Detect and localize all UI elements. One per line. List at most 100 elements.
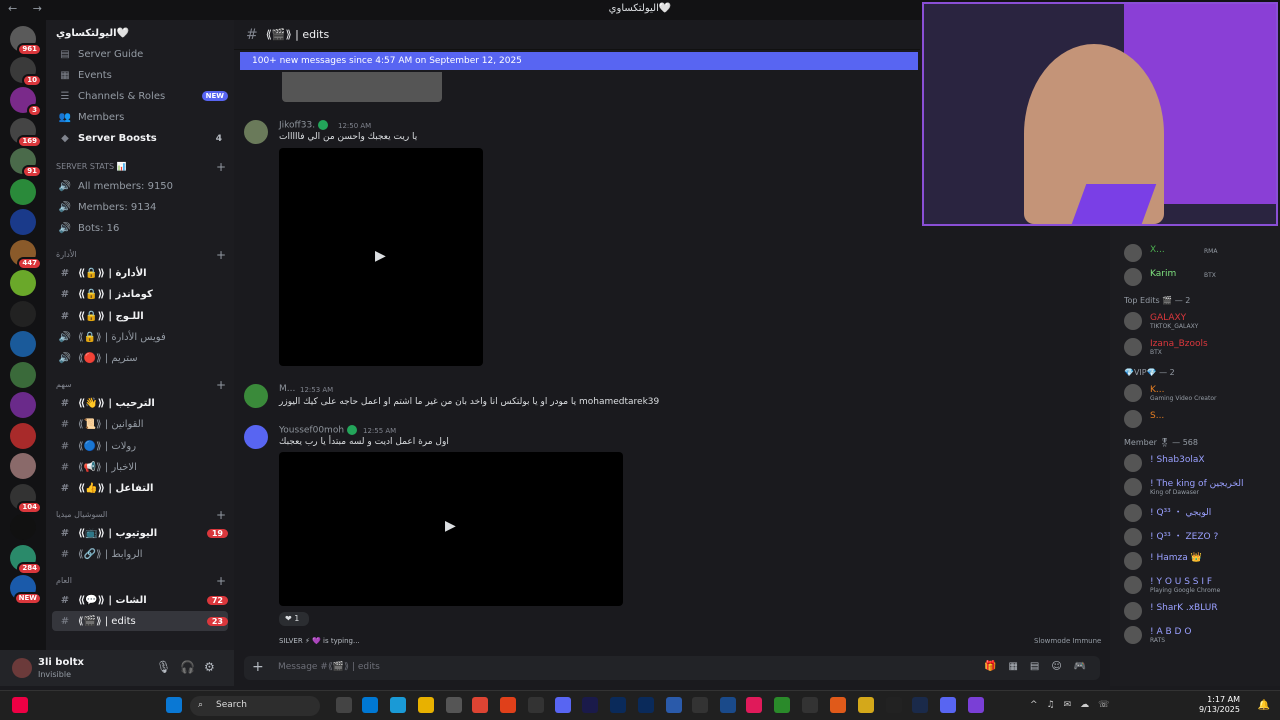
server-icon[interactable] (10, 178, 36, 205)
server-icon[interactable] (10, 361, 36, 388)
channel-item[interactable]: # ⟪🔒⟫ | كوماندز (52, 285, 228, 305)
photoshop-icon[interactable] (610, 697, 626, 713)
store-icon[interactable] (446, 697, 462, 713)
member-item[interactable]: ! Y O U S S I F Playing Google Chrome (1124, 574, 1274, 596)
category-header[interactable]: الأدارة + (56, 249, 226, 261)
plus-icon[interactable]: + (216, 161, 226, 173)
app-icon[interactable] (968, 697, 984, 713)
video-attachment[interactable]: ▶ (279, 452, 623, 606)
server-icon[interactable]: 169 (10, 117, 42, 148)
channel-item[interactable]: # ⟪🔵⟫ | رولات (52, 436, 228, 456)
server-icon[interactable]: 91 (10, 148, 42, 178)
app-icon[interactable] (940, 697, 956, 713)
copilot-icon[interactable] (362, 697, 378, 713)
clock[interactable]: 1:17 AM 9/13/2025 (1199, 695, 1240, 715)
server-icon[interactable] (10, 514, 36, 540)
app-icon[interactable] (830, 697, 846, 713)
server-icon[interactable] (10, 453, 36, 479)
member-item[interactable]: ! The king of الخريجين King of Dawaser (1124, 476, 1274, 498)
taskbar-search[interactable]: Search (190, 696, 320, 716)
channel-item[interactable]: # ⟪💬⟫ | الشات 72 (52, 590, 228, 610)
channel-item[interactable]: ☰ Channels & Roles NEW (52, 86, 228, 106)
server-icon[interactable] (10, 209, 36, 235)
chrome-icon[interactable] (472, 697, 488, 713)
member-item[interactable]: S... (1124, 408, 1274, 430)
app-icon[interactable] (802, 697, 818, 713)
server-icon[interactable]: NEW (10, 575, 42, 605)
back-forward-icons[interactable]: ← → (8, 2, 48, 15)
avatar[interactable] (244, 384, 268, 408)
channel-item[interactable]: 🔊 ⟪🔴⟫ | ستريم (52, 348, 228, 368)
microphone-icon[interactable]: 🎙 (156, 660, 171, 674)
plus-icon[interactable]: + (252, 659, 264, 675)
system-tray-icons[interactable]: ^♫✉☁☏ (1030, 700, 1118, 710)
member-item[interactable]: ! Hamza 👑 (1124, 550, 1274, 572)
play-icon[interactable]: ▶ (445, 518, 456, 534)
message-author[interactable]: Jikoff33. (279, 120, 329, 131)
steam-icon[interactable] (912, 697, 928, 713)
server-icon[interactable] (10, 270, 36, 296)
channel-item[interactable]: ▤ Server Guide (52, 44, 228, 64)
gear-icon[interactable]: ⚙ (204, 660, 215, 674)
server-icon[interactable]: 10 (10, 56, 42, 87)
channel-item[interactable]: # ⟪📜⟫ | القوانين (52, 415, 228, 435)
headphones-icon[interactable]: 🎧 (180, 660, 195, 674)
avatar[interactable] (12, 658, 32, 678)
server-icon[interactable] (10, 422, 36, 449)
channel-item[interactable]: 🔊 Members: 9134 (52, 197, 228, 217)
channel-item[interactable]: # ⟪🎬⟫ | edits 23 (52, 611, 228, 632)
message-author[interactable]: Youssef00moh (279, 425, 358, 436)
channel-item[interactable]: # ⟪🔒⟫ | الأدارة (52, 264, 228, 284)
channel-item[interactable]: # ⟪📢⟫ | الاخبار (52, 457, 228, 477)
channel-item[interactable]: 👥 Members (52, 108, 228, 128)
app-icon[interactable] (886, 697, 902, 713)
avatar[interactable] (244, 120, 268, 144)
premiere-icon[interactable] (582, 697, 598, 713)
channel-item[interactable]: # ⟪👍⟫ | التفاعل (52, 478, 228, 498)
windows-start-icon[interactable] (166, 697, 182, 713)
member-item[interactable]: Izana_Bzools BTX (1124, 336, 1274, 358)
category-header[interactable]: السوشيال ميديا + (56, 509, 226, 521)
channel-item[interactable]: ◆ Server Boosts 4 (52, 129, 228, 149)
server-icon[interactable]: 961 (10, 26, 42, 56)
channel-item[interactable]: ▦ Events (52, 65, 228, 85)
server-icon[interactable] (10, 392, 36, 418)
category-header[interactable]: SERVER STATS 📊 + (56, 161, 226, 173)
server-icon[interactable] (10, 331, 36, 357)
member-item[interactable]: GALAXY TIKTOK_GALAXY (1124, 310, 1274, 332)
task-view-icon[interactable] (336, 697, 352, 713)
composer-placeholder[interactable]: Message #⟪🎬⟫ | edits (278, 662, 380, 672)
channel-item[interactable]: 🔊 ⟪🔒⟫ | فويس الأدارة (52, 327, 228, 347)
server-icon[interactable]: 3 (10, 87, 42, 117)
plus-icon[interactable]: + (216, 379, 226, 391)
plus-icon[interactable]: + (216, 249, 226, 261)
message-author[interactable]: M... (279, 384, 295, 394)
member-item[interactable]: K... Gaming Video Creator (1124, 382, 1274, 404)
category-header[interactable]: العام + (56, 575, 226, 587)
plus-icon[interactable]: + (216, 575, 226, 587)
app-icon[interactable] (774, 697, 790, 713)
video-attachment[interactable]: ▶ (279, 148, 483, 366)
channel-item[interactable]: # ⟪👋⟫ | الترحيب (52, 394, 228, 414)
reaction[interactable]: ❤ 1 (279, 612, 309, 626)
app-icon[interactable] (528, 697, 544, 713)
avatar[interactable] (244, 425, 268, 449)
member-item[interactable]: Karim BTX (1124, 266, 1274, 288)
server-icon[interactable] (10, 300, 36, 327)
app-icon[interactable] (720, 697, 736, 713)
app-icon[interactable] (666, 697, 682, 713)
channel-item[interactable]: # ⟪🔗⟫ | الروابط (52, 545, 228, 565)
app-icon[interactable] (858, 697, 874, 713)
composer-tools-icons[interactable]: 🎁▦▤☺🎮 (984, 661, 1098, 672)
channel-item[interactable]: # ⟪📺⟫ | اليوتيوب 19 (52, 524, 228, 544)
server-icon[interactable]: 447 (10, 239, 42, 270)
notifications-icon[interactable]: 🔔 (1258, 700, 1270, 711)
server-icon[interactable]: 104 (10, 483, 42, 514)
channel-item[interactable]: # ⟪🔒⟫ | اللـوج (52, 306, 228, 326)
edge-icon[interactable] (390, 697, 406, 713)
message-composer[interactable]: + Message #⟪🎬⟫ | edits 🎁▦▤☺🎮 (244, 656, 1100, 680)
lightroom-icon[interactable] (638, 697, 654, 713)
member-item[interactable]: ! Shab3olaX (1124, 452, 1274, 474)
plus-icon[interactable]: + (216, 509, 226, 521)
member-item[interactable]: ! A B D O RATS (1124, 624, 1274, 646)
